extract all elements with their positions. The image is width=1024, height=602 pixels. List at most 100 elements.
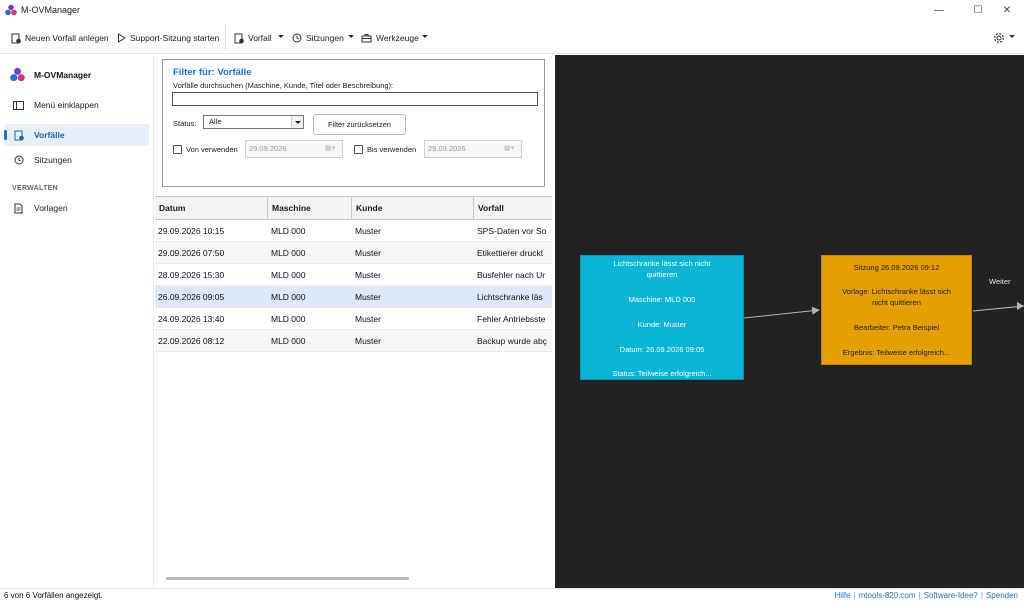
reset-filter-button[interactable]: Filter zurücksetzen — [313, 114, 406, 135]
close-icon: ✕ — [1002, 4, 1012, 16]
document-icon — [12, 203, 25, 214]
incident-menu-caret-icon[interactable] — [278, 35, 284, 38]
settings-button[interactable] — [993, 30, 1009, 46]
status-select[interactable]: Alle — [203, 115, 304, 129]
from-date-picker[interactable]: 29.09.2026 ▦▾ — [245, 140, 343, 158]
column-header-date[interactable]: Datum — [155, 197, 268, 220]
sidebar: M-OVManager Menü einklappen Vorfälle Sit… — [0, 55, 153, 588]
filter-title: Filter für: Vorfälle — [173, 67, 252, 78]
sidebar-section-manage: VERWALTEN — [12, 185, 58, 192]
session-node-result: Ergebnis: Teilweise erfolgreich... — [842, 348, 951, 357]
minimize-button[interactable]: — — [922, 0, 956, 20]
sessions-menu-caret-icon[interactable] — [348, 35, 354, 38]
cell-date: 29.09.2026 10:15 — [158, 226, 225, 236]
table-row[interactable]: 22.09.2026 08:12 MLD 000 Muster Backup wurd… — [155, 330, 552, 352]
session-node-editor: Bearbeiter: Petra Beispiel — [853, 323, 940, 332]
brand-logo-icon — [10, 67, 25, 82]
sidebar-item-templates[interactable]: Vorlagen — [4, 197, 149, 219]
connector-session-next — [972, 305, 1024, 312]
incident-menu-label: Vorfall — [248, 33, 272, 43]
gear-icon — [994, 33, 1004, 43]
incident-node-customer: Kunde: Muster — [637, 320, 687, 329]
cell-machine: MLD 000 — [271, 248, 306, 258]
column-header-incident[interactable]: Vorfall — [474, 197, 552, 220]
cell-date: 28.09.2026 15:30 — [158, 270, 225, 280]
incident-node[interactable]: Lichtschranke lässt sich nicht quittiere… — [580, 255, 744, 380]
status-bar: 6 von 6 Vorfällen angezeigt. Hilfe | mtool… — [0, 588, 1024, 602]
cell-machine: MLD 000 — [271, 292, 306, 302]
sidebar-brand: M-OVManager — [10, 67, 91, 82]
next-step-label: Weiter — [989, 277, 1011, 286]
tools-menu-caret-icon[interactable] — [422, 35, 428, 38]
column-header-customer[interactable]: Kunde — [352, 197, 474, 220]
sidebar-collapse-button[interactable]: Menü einklappen — [4, 94, 149, 116]
table-row[interactable]: 29.09.2026 10:15 MLD 000 Muster SPS-Daten v… — [155, 220, 552, 242]
sessions-menu-button[interactable]: Sitzungen — [292, 30, 344, 46]
tools-menu-button[interactable]: Werkzeuge — [361, 30, 419, 46]
sidebar-item-sessions[interactable]: Sitzungen — [4, 149, 149, 171]
incident-icon — [12, 130, 25, 141]
to-date-picker[interactable]: 29.09.2026 ▦▾ — [424, 140, 522, 158]
cell-customer: Muster — [355, 336, 381, 346]
cell-machine: MLD 000 — [271, 226, 306, 236]
cell-customer: Muster — [355, 226, 381, 236]
sidebar-brand-name: M-OVManager — [34, 69, 92, 80]
toolbar: Neuen Vorfall anlegen Support-Sitzung st… — [0, 22, 1024, 54]
start-support-button[interactable]: Support-Sitzung starten — [117, 30, 219, 46]
status-select-value: Alle — [209, 117, 222, 126]
incident-node-title-line2: quittieren — [646, 270, 678, 279]
sidebar-item-sessions-label: Sitzungen — [34, 155, 72, 165]
maximize-icon: ☐ — [973, 4, 983, 16]
sidebar-item-templates-label: Vorlagen — [34, 203, 68, 213]
cell-date: 29.09.2026 07:50 — [158, 248, 225, 258]
calendar-icon: ▦▾ — [325, 145, 336, 152]
cell-incident: Busfehler nach Ur — [477, 270, 546, 280]
play-icon — [118, 33, 126, 43]
status-label: Status: — [173, 119, 197, 128]
history-icon — [292, 33, 302, 43]
donate-link[interactable]: Spenden — [986, 591, 1018, 600]
app-logo-icon — [5, 4, 17, 16]
website-link[interactable]: mtools-820.com — [859, 591, 916, 600]
cell-machine: MLD 000 — [271, 270, 306, 280]
session-node-template-line1: Vorlage: Lichtschranke lässt sich — [842, 287, 951, 296]
minimize-icon: — — [934, 4, 944, 16]
close-button[interactable]: ✕ — [990, 0, 1024, 20]
calendar-icon: ▦▾ — [504, 145, 515, 152]
table-row[interactable]: 24.09.2026 13:40 MLD 000 Muster Fehler Antr… — [155, 308, 552, 330]
cell-incident: Backup wurde abç — [477, 336, 547, 346]
from-date-label: Von verwenden — [186, 145, 238, 154]
window-title: M-OVManager — [21, 5, 81, 15]
incident-table: Datum Maschine Kunde Vorfall 29.09.2026 … — [155, 196, 552, 356]
incident-menu-button[interactable]: Vorfall — [234, 30, 272, 46]
sidebar-item-incidents[interactable]: Vorfälle — [4, 124, 149, 146]
title-bar: M-OVManager — ☐ ✕ — [0, 0, 1024, 20]
start-support-label: Support-Sitzung starten — [130, 33, 220, 43]
incident-list-panel: Filter für: Vorfälle Vorfälle durchsuche… — [153, 55, 555, 588]
help-link[interactable]: Hilfe — [835, 591, 851, 600]
chevron-down-icon — [291, 116, 303, 128]
search-input[interactable] — [172, 92, 538, 106]
column-header-machine[interactable]: Maschine — [268, 197, 352, 220]
sessions-menu-label: Sitzungen — [306, 33, 344, 43]
to-date-label: Bis verwenden — [367, 145, 417, 154]
horizontal-scrollbar[interactable] — [166, 577, 409, 580]
from-date-checkbox[interactable] — [173, 145, 182, 154]
table-row[interactable]: 28.09.2026 15:30 MLD 000 Muster Busfehler n… — [155, 264, 552, 286]
session-node[interactable]: Sitzung 26.09.2026 09:12 Vorlage: Lichts… — [821, 255, 972, 365]
cell-customer: Muster — [355, 314, 381, 324]
history-icon — [12, 155, 25, 165]
result-count-text: 6 von 6 Vorfällen angezeigt. — [4, 591, 103, 600]
session-node-template-line2: nicht quittieren — [872, 298, 921, 307]
settings-caret-icon[interactable] — [1009, 35, 1015, 38]
new-incident-button[interactable]: Neuen Vorfall anlegen — [11, 30, 109, 46]
table-row[interactable]: 29.09.2026 07:50 MLD 000 Muster Etikettiere… — [155, 242, 552, 264]
software-idea-link[interactable]: Software-Idee? — [924, 591, 978, 600]
to-date-checkbox[interactable] — [354, 145, 363, 154]
table-row[interactable]: 26.09.2026 09:05 MLD 000 Muster Lichtschran… — [155, 286, 552, 308]
connector-incident-session — [743, 306, 820, 319]
cell-date: 26.09.2026 09:05 — [158, 292, 225, 302]
new-incident-icon — [11, 33, 21, 43]
to-date-value: 29.09.2026 — [428, 144, 466, 153]
cell-incident: Lichtschranke läs — [477, 292, 543, 302]
